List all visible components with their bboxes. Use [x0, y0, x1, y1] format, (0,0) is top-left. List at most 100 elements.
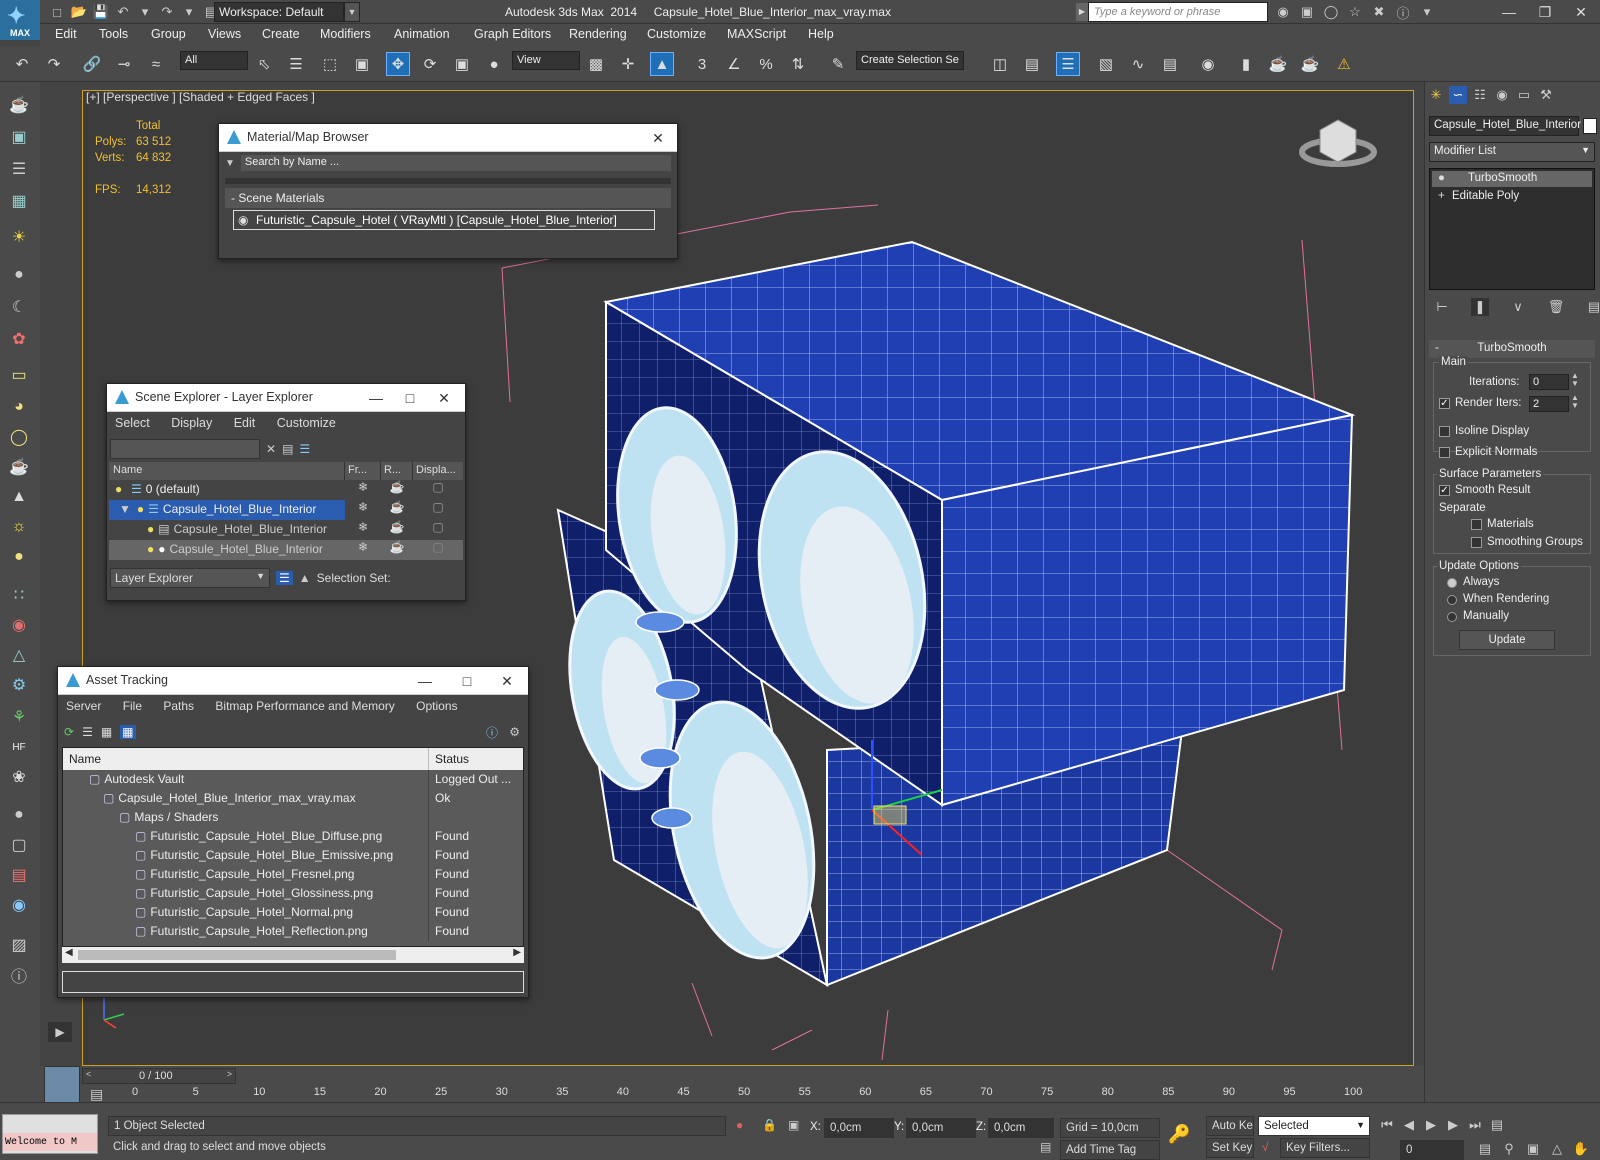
render-element-icon[interactable]: ▤ [6, 862, 32, 888]
help-query-icon[interactable]: ⓘ [486, 724, 498, 741]
freeze-icon[interactable]: ❄ [345, 480, 381, 500]
help-dropdown-icon[interactable]: ▾ [1418, 3, 1436, 21]
curve-editor-icon[interactable]: ∿ [1126, 52, 1150, 76]
teapot-primitive-icon[interactable]: ☕ [6, 454, 32, 480]
col-status[interactable]: Status [429, 748, 523, 770]
material-icon[interactable]: ▣ [6, 124, 32, 150]
menu-animation[interactable]: Animation [394, 27, 450, 41]
asset-menu-server[interactable]: Server [66, 699, 101, 713]
set-key-icon[interactable]: 🔑 [1168, 1124, 1190, 1145]
keyboard-shortcut-override-icon[interactable]: ▲ [650, 52, 674, 76]
table-row[interactable]: ▢ Maps / Shaders [63, 808, 523, 827]
stack-item-editable-poly[interactable]: + Editable Poly [1432, 189, 1592, 205]
menu-graph-editors[interactable]: Graph Editors [474, 27, 551, 41]
undo-dropdown-icon[interactable]: ▾ [136, 3, 154, 21]
pyramid-icon[interactable]: △ [6, 642, 32, 668]
scene-explorer-titlebar[interactable]: Scene Explorer - Layer Explorer — □ ✕ [107, 384, 465, 412]
key-curve-icon[interactable]: √ [1262, 1140, 1269, 1154]
display-box-icon[interactable]: ▢ [413, 520, 463, 540]
favorites-star-icon[interactable]: ☆ [1346, 3, 1364, 21]
when-rendering-radio[interactable] [1447, 595, 1457, 605]
menu-edit[interactable]: Edit [55, 27, 77, 41]
render-iters-checkbox[interactable]: ✓ [1439, 398, 1450, 409]
always-radio[interactable] [1447, 578, 1457, 588]
menu-rendering[interactable]: Rendering [569, 27, 627, 41]
material-browser-titlebar[interactable]: Material/Map Browser ✕ [219, 124, 677, 152]
gear-icon[interactable]: ⚙ [6, 672, 32, 698]
select-and-rotate-icon[interactable]: ⟳ [418, 52, 442, 76]
horizontal-scrollbar[interactable]: ◀ ▶ [62, 947, 524, 963]
expand-icon[interactable]: ▼ [119, 502, 131, 516]
particles-icon[interactable]: ∷ [6, 582, 32, 608]
select-place-icon[interactable]: ● [482, 52, 506, 76]
modifier-list-dropdown[interactable]: Modifier List ▼ [1429, 142, 1595, 162]
pin-stack-icon[interactable]: ⊢ [1433, 298, 1451, 316]
torus-icon[interactable]: ◯ [6, 424, 32, 450]
smooth-result-checkbox[interactable]: ✓ [1439, 485, 1450, 496]
scene-icon[interactable]: ◉ [6, 892, 32, 918]
select-by-name-icon[interactable]: ☰ [284, 52, 308, 76]
restore-icon[interactable]: ❐ [1528, 2, 1562, 22]
film-reel-icon[interactable]: ✿ [6, 326, 32, 352]
show-end-result-icon[interactable]: ❚ [1471, 298, 1489, 316]
table-icon[interactable]: ▦ [6, 188, 32, 214]
motion-tab-icon[interactable]: ◉ [1493, 86, 1511, 104]
col-render[interactable]: R... [381, 462, 413, 480]
scene-search-input[interactable] [110, 439, 260, 459]
absolute-mode-icon[interactable]: ▣ [788, 1118, 799, 1132]
named-selection-sets-dropdown[interactable]: Create Selection Se [856, 51, 964, 70]
x-coordinate-field[interactable]: 0,0cm [824, 1118, 894, 1138]
hair-icon[interactable]: ❀ [6, 764, 32, 790]
workspace-dropdown[interactable]: Workspace: Default [214, 2, 344, 22]
help-icon[interactable]: ⓘ [1394, 3, 1412, 21]
open-file-icon[interactable]: 📂 [70, 3, 88, 21]
key-mode-toggle-icon[interactable]: ▤ [1488, 1116, 1506, 1134]
display-tab-icon[interactable]: ▭ [1515, 86, 1533, 104]
explicit-normals-checkbox[interactable] [1439, 447, 1450, 458]
list-icon[interactable]: ☰ [6, 156, 32, 182]
play-listener-icon[interactable]: ▶ [48, 1022, 72, 1042]
scene-menu-display[interactable]: Display [171, 416, 212, 430]
undo-icon[interactable]: ↶ [114, 3, 132, 21]
spinner-snap-icon[interactable]: ⇅ [786, 52, 810, 76]
zoom-extents-icon[interactable]: ▣ [1524, 1140, 1542, 1158]
tree-row[interactable]: ● ☰ 0 (default) ❄ ☕ ▢ [109, 480, 463, 500]
hf-icon[interactable]: HF [6, 734, 32, 760]
moon-icon[interactable]: ☾ [6, 294, 32, 320]
rendered-frame-window-icon[interactable]: ☕ [1266, 52, 1290, 76]
stack-item-turbosmooth[interactable]: ● TurboSmooth [1432, 171, 1592, 187]
time-config-icon[interactable]: ▤ [1476, 1140, 1494, 1158]
smoothing-groups-checkbox[interactable] [1471, 537, 1482, 548]
menu-group[interactable]: Group [151, 27, 186, 41]
bind-space-warp-icon[interactable]: ≈ [144, 52, 168, 76]
close-x-icon[interactable]: ✖ [1370, 3, 1388, 21]
col-name[interactable]: Name [63, 748, 429, 770]
close-icon[interactable]: ✕ [643, 128, 673, 148]
asset-menu-bitmap[interactable]: Bitmap Performance and Memory [215, 699, 394, 713]
table-row[interactable]: ▢ Futuristic_Capsule_Hotel_Fresnel.png Fou… [63, 865, 523, 884]
asset-menu-file[interactable]: File [123, 699, 142, 713]
minimize-icon[interactable]: — [361, 388, 391, 408]
object-color-swatch[interactable] [1583, 118, 1597, 134]
align-icon[interactable]: ▤ [1020, 52, 1044, 76]
table-row[interactable]: ▢ Capsule_Hotel_Blue_Interior_max_vray.ma… [63, 789, 523, 808]
redo-button-icon[interactable]: ↷ [42, 52, 66, 76]
rectangular-selection-icon[interactable]: ⬚ [318, 52, 342, 76]
list-view-icon[interactable]: ☰ [82, 725, 93, 739]
close-app-icon[interactable]: ✕ [1564, 2, 1598, 22]
material-editor-icon[interactable]: ◉ [1196, 52, 1220, 76]
configure-sets-icon[interactable]: ▤ [1585, 298, 1600, 316]
selection-filter-dropdown[interactable]: All [180, 51, 248, 70]
next-frame-icon[interactable]: ▶ [1444, 1116, 1462, 1134]
z-coordinate-field[interactable]: 0,0cm [988, 1118, 1054, 1138]
hierarchy-icon[interactable]: ▲ [299, 571, 311, 585]
pan-icon[interactable]: ✋ [1572, 1140, 1590, 1158]
angle-snap-icon[interactable]: ∠ [722, 52, 746, 76]
render-production-icon[interactable]: ☕ [1298, 52, 1322, 76]
isoline-display-checkbox[interactable] [1439, 426, 1450, 437]
freeze-icon[interactable]: ❄ [345, 540, 381, 560]
render-iters-spinner[interactable]: 2 [1529, 396, 1569, 412]
menu-maxscript[interactable]: MAXScript [727, 27, 786, 41]
track-bar-filter-icon[interactable]: ▤ [90, 1086, 103, 1103]
freeze-icon[interactable]: ❄ [345, 520, 381, 540]
